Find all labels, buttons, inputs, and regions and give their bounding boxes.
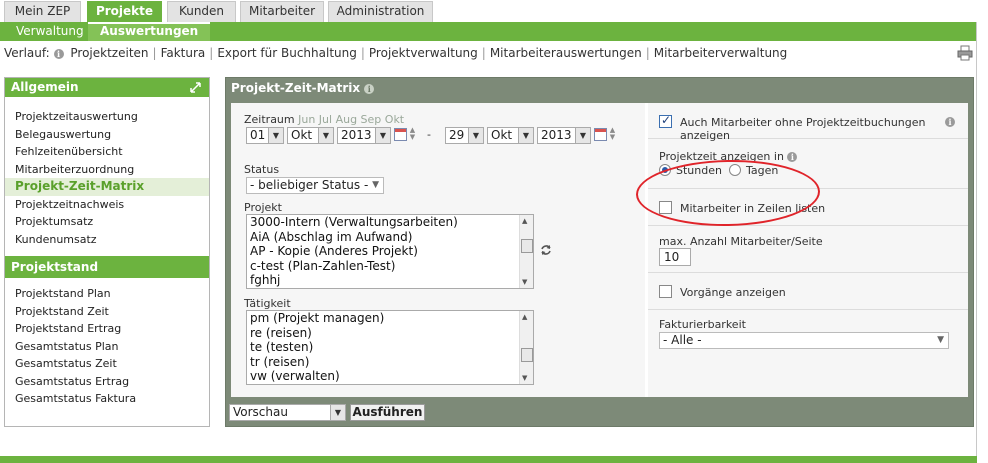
sidebar-item[interactable]: Projektzeitauswertung <box>5 108 209 126</box>
date-spinner-icon[interactable]: ▲ ▼ <box>408 127 417 143</box>
sidebar-section-title: Projektstand <box>5 256 209 278</box>
filter-left: Zeitraum Jun Jul Aug Sep Okt 01 ▼ Okt ▼ 20… <box>231 103 645 397</box>
breadcrumb: Verlauf: i Projektzeiten | Faktura | Export … <box>4 46 788 60</box>
option-row: max. Anzahl Mitarbeiter/Seite 10 <box>648 227 968 273</box>
status-select[interactable]: - beliebiger Status - ▼ <box>246 177 384 194</box>
subtab-auswertungen[interactable]: Auswertungen <box>88 22 211 41</box>
list-option[interactable]: re (reisen) <box>247 326 533 341</box>
sidebar-item[interactable]: Projektstand Ertrag <box>5 320 209 338</box>
info-icon: i <box>945 117 955 127</box>
sidebar-item[interactable]: Projektzeitnachweis <box>5 196 209 214</box>
sidebar-item[interactable]: Mitarbeiterzuordnung <box>5 161 209 179</box>
breadcrumb-link[interactable]: Export für Buchhaltung <box>217 46 357 60</box>
date-spinner-icon[interactable]: ▲ ▼ <box>608 127 617 143</box>
calendar-icon[interactable] <box>394 128 407 141</box>
list-option[interactable]: vw (verwalten) <box>247 369 533 384</box>
sidebar-item[interactable]: Gesamtstatus Plan <box>5 338 209 356</box>
subtab-verwaltung[interactable]: Verwaltung <box>16 22 84 41</box>
list-option[interactable]: fghhj <box>247 273 533 288</box>
max-anzahl-input[interactable]: 10 <box>659 248 691 266</box>
from-month-select[interactable]: Okt ▼ <box>287 127 334 144</box>
status-label: Status <box>244 163 280 176</box>
frame-border <box>976 22 977 463</box>
run-button[interactable]: Ausführen <box>350 404 425 421</box>
output-select[interactable]: Vorschau ▼ <box>229 404 346 421</box>
report-panel: Projekt-Zeit-Matrix i Zeitraum Jun Jul A… <box>225 77 974 427</box>
breadcrumb-link[interactable]: Mitarbeiterverwaltung <box>654 46 788 60</box>
sidebar-item[interactable]: Projektumsatz <box>5 213 209 231</box>
panel-title: Projekt-Zeit-Matrix i <box>226 78 973 98</box>
option-row: Vorgänge anzeigen <box>648 274 968 310</box>
max-anzahl-label: max. Anzahl Mitarbeiter/Seite <box>659 235 823 248</box>
projekt-listbox[interactable]: 3000-Intern (Verwaltungsarbeiten) AiA (A… <box>246 214 534 289</box>
filter-right: Auch Mitarbeiter ohne Projektzeitbuchung… <box>648 103 968 397</box>
sidebar-item[interactable]: Projektstand Plan <box>5 285 209 303</box>
auch-mitarbeiter-label: Auch Mitarbeiter ohne Projektzeitbuchung… <box>680 116 926 142</box>
sidebar-section-title: Allgemein <box>5 78 209 97</box>
subtab-bar: Verwaltung Auswertungen <box>0 22 977 41</box>
vorgaenge-checkbox[interactable] <box>659 285 672 298</box>
tab-mein-zep[interactable]: Mein ZEP <box>4 1 81 22</box>
tab-projekte[interactable]: Projekte <box>87 1 162 22</box>
sidebar-item[interactable]: Belegauswertung <box>5 126 209 144</box>
from-day-select[interactable]: 01 ▼ <box>246 127 284 144</box>
sidebar-item[interactable]: Kundenumsatz <box>5 231 209 249</box>
calendar-icon[interactable] <box>594 128 607 141</box>
tab-mitarbeiter[interactable]: Mitarbeiter <box>240 1 324 22</box>
projekt-label: Projekt <box>244 201 282 214</box>
fakturierbarkeit-select[interactable]: - Alle - ▼ <box>659 332 949 349</box>
tab-kunden[interactable]: Kunden <box>167 1 236 22</box>
list-option[interactable]: te (testen) <box>247 340 533 355</box>
vorgaenge-label: Vorgänge anzeigen <box>680 286 786 299</box>
scrollbar[interactable]: ▲ ▼ <box>519 215 533 288</box>
zeitraum-label: Zeitraum Jun Jul Aug Sep Okt <box>244 113 405 126</box>
date-range-dash: - <box>427 128 431 141</box>
info-icon: i <box>364 83 375 94</box>
list-option[interactable]: AiA (Abschlag im Aufwand) <box>247 230 533 245</box>
to-day-select[interactable]: 29 ▼ <box>445 127 484 144</box>
breadcrumb-label: Verlauf: <box>4 46 50 60</box>
sidebar-item-active[interactable]: Projekt-Zeit-Matrix <box>5 178 209 196</box>
refresh-icon[interactable] <box>540 244 552 256</box>
footer-bar <box>0 456 977 463</box>
to-year-select[interactable]: 2013 ▼ <box>537 127 591 144</box>
taetigkeit-label: Tätigkeit <box>244 297 291 310</box>
list-option[interactable]: 3000-Intern (Verwaltungsarbeiten) <box>247 215 533 230</box>
sidebar-item[interactable]: Fehlzeitenübersicht <box>5 143 209 161</box>
breadcrumb-link[interactable]: Faktura <box>161 46 206 60</box>
sidebar-item[interactable]: Gesamtstatus Faktura <box>5 390 209 408</box>
list-option[interactable]: AP - Kopie (Anderes Projekt) <box>247 244 533 259</box>
filter-area: Zeitraum Jun Jul Aug Sep Okt 01 ▼ Okt ▼ 20… <box>231 103 968 397</box>
to-month-select[interactable]: Okt ▼ <box>487 127 534 144</box>
from-year-select[interactable]: 2013 ▼ <box>337 127 391 144</box>
auch-mitarbeiter-checkbox[interactable] <box>659 113 672 128</box>
list-option[interactable]: pm (Projekt managen) <box>247 311 533 326</box>
main-tabs: Mein ZEP Projekte Kunden Mitarbeiter Adm… <box>0 0 988 22</box>
tab-administration[interactable]: Administration <box>328 1 433 22</box>
month-shortcuts[interactable]: Jun Jul Aug Sep Okt <box>298 113 404 126</box>
list-option[interactable]: c-test (Plan-Zahlen-Test) <box>247 259 533 274</box>
breadcrumb-link[interactable]: Projektverwaltung <box>369 46 478 60</box>
info-icon: i <box>53 48 64 59</box>
print-icon[interactable] <box>957 45 973 61</box>
sidebar-item[interactable]: Projektstand Zeit <box>5 303 209 321</box>
breadcrumb-link[interactable]: Mitarbeiterauswertungen <box>490 46 642 60</box>
fakturierbarkeit-label: Fakturierbarkeit <box>659 318 746 331</box>
sidebar-item[interactable]: Gesamtstatus Ertrag <box>5 373 209 391</box>
sidebar-item[interactable]: Gesamtstatus Zeit <box>5 355 209 373</box>
option-row: Fakturierbarkeit - Alle - ▼ <box>648 311 968 359</box>
scrollbar[interactable]: ▲ ▼ <box>519 311 533 384</box>
breadcrumb-link[interactable]: Projektzeiten <box>70 46 148 60</box>
collapse-icon[interactable] <box>190 82 201 93</box>
list-option[interactable]: tr (reisen) <box>247 355 533 370</box>
option-row: Auch Mitarbeiter ohne Projektzeitbuchung… <box>648 103 968 142</box>
sidebar: Allgemein Projektzeitauswertung Belegaus… <box>4 77 210 427</box>
taetigkeit-listbox[interactable]: pm (Projekt managen) re (reisen) te (tes… <box>246 310 534 385</box>
